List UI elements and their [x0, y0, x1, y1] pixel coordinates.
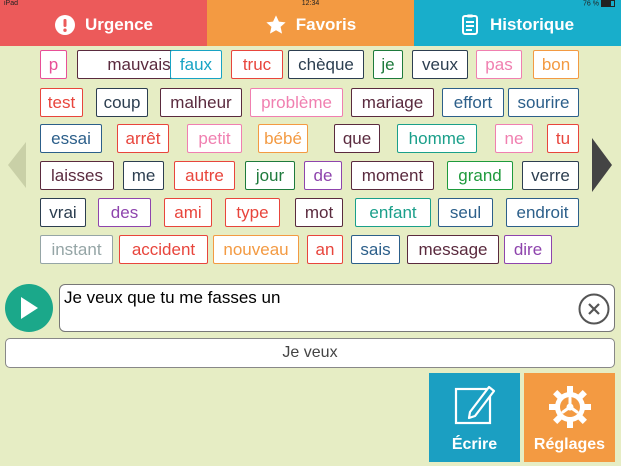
star-icon — [265, 14, 287, 36]
word-chip[interactable]: seul — [438, 198, 493, 227]
previous-page-arrow-icon[interactable] — [6, 140, 28, 195]
word-chip[interactable]: effort — [442, 88, 504, 117]
word-chip[interactable]: homme — [397, 124, 477, 153]
play-button[interactable] — [5, 284, 53, 332]
word-chip[interactable]: de — [304, 161, 342, 190]
word-chip[interactable]: truc — [231, 50, 283, 79]
word-chip[interactable]: jour — [245, 161, 295, 190]
word-chip[interactable]: bébé — [258, 124, 308, 153]
play-icon — [21, 297, 38, 319]
word-chip[interactable]: malheur — [160, 88, 242, 117]
word-chip[interactable]: moment — [351, 161, 434, 190]
word-chip[interactable]: instant — [40, 235, 113, 264]
word-chip[interactable]: laisses — [40, 161, 114, 190]
next-page-arrow-icon[interactable] — [590, 136, 614, 199]
word-chip[interactable]: autre — [174, 161, 235, 190]
settings-button[interactable]: Réglages — [524, 373, 615, 462]
write-label: Écrire — [451, 436, 498, 453]
clock: 12:34 — [301, 0, 320, 7]
word-chip[interactable]: arrêt — [117, 124, 169, 153]
word-chip[interactable]: test — [40, 88, 83, 117]
word-chip[interactable]: verre — [522, 161, 579, 190]
word-chip[interactable]: mariage — [351, 88, 434, 117]
word-chip[interactable]: grand — [447, 161, 513, 190]
pencil-icon — [429, 383, 520, 427]
word-chip[interactable]: nouveau — [213, 235, 299, 264]
battery-text: 76 % — [583, 0, 599, 8]
word-chip[interactable]: coup — [96, 88, 148, 117]
exclamation-circle-icon — [54, 14, 76, 36]
gear-icon — [524, 383, 615, 431]
word-chip[interactable]: sourire — [508, 88, 579, 117]
word-chip[interactable]: enfant — [355, 198, 431, 227]
word-chip[interactable]: essai — [40, 124, 102, 153]
word-chip[interactable]: tu — [547, 124, 579, 153]
word-chip[interactable]: p — [40, 50, 67, 79]
word-chip[interactable]: an — [307, 235, 343, 264]
word-chip[interactable]: chèque — [288, 50, 364, 79]
write-button[interactable]: Écrire — [429, 373, 520, 462]
word-chip[interactable]: me — [123, 161, 164, 190]
word-chip[interactable]: des — [98, 198, 151, 227]
word-chip[interactable]: bon — [533, 50, 579, 79]
word-chip[interactable]: faux — [170, 50, 222, 79]
status-bar: iPad 12:34 76 % — [0, 0, 621, 9]
word-chip[interactable]: que — [334, 124, 380, 153]
settings-label: Réglages — [533, 436, 606, 453]
message-text: Je veux que tu me fasses un — [64, 288, 281, 307]
word-chip[interactable]: je — [373, 50, 403, 79]
word-chip[interactable]: problème — [250, 88, 343, 117]
word-chip[interactable]: ami — [164, 198, 212, 227]
word-chip[interactable]: pas — [476, 50, 522, 79]
word-chip[interactable]: ne — [495, 124, 533, 153]
word-chip[interactable]: dire — [504, 235, 552, 264]
word-chip[interactable]: petit — [187, 124, 242, 153]
suggestion-button[interactable]: Je veux — [5, 338, 615, 368]
word-chip[interactable]: mot — [295, 198, 343, 227]
word-chip[interactable]: veux — [412, 50, 468, 79]
battery-indicator: 76 % — [583, 0, 615, 7]
word-chip[interactable]: sais — [351, 235, 400, 264]
tab-favoris-label: Favoris — [295, 15, 357, 34]
message-input[interactable]: Je veux que tu me fasses un — [59, 284, 615, 332]
clear-icon[interactable] — [578, 293, 610, 325]
history-list-icon — [461, 14, 481, 36]
battery-icon — [601, 0, 615, 7]
tab-urgence-label: Urgence — [84, 15, 154, 34]
word-chip[interactable]: type — [225, 198, 280, 227]
tab-historique-label: Historique — [489, 15, 575, 34]
word-chip[interactable]: endroit — [506, 198, 579, 227]
word-chip[interactable]: accident — [119, 235, 208, 264]
word-chip[interactable]: message — [407, 235, 499, 264]
word-chip[interactable]: vrai — [40, 198, 86, 227]
